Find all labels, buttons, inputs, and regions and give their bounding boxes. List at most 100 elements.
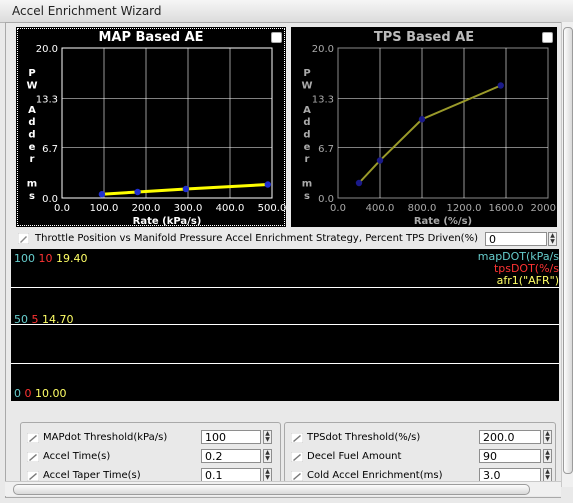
tpsdot-param-input[interactable]: 90	[479, 449, 541, 463]
legend-afr: afr1("AFR")	[496, 274, 559, 287]
scale-mid-tps: 5	[31, 313, 39, 326]
mapdot-param-input[interactable]: 0.1	[201, 468, 261, 482]
y-axis-label-char: r	[30, 154, 35, 165]
scale-mid: 50 5 14.70	[14, 313, 74, 326]
pencil-icon	[27, 452, 39, 462]
x-tick-label: 500.0	[258, 203, 286, 214]
strategy-spinner[interactable]: ▲ ▼	[548, 232, 557, 246]
mapdot-param-row: Accel Time(s) 0.2 ▲ ▼	[21, 448, 280, 466]
window-title: Accel Enrichment Wizard	[12, 4, 162, 18]
y-axis-label-char: W	[26, 80, 37, 91]
y-axis-label-char: m	[302, 179, 312, 190]
y-axis-label-char: W	[301, 80, 312, 91]
mapdot-param-label: MAPdot Threshold(kPa/s)	[43, 432, 168, 443]
scale-mid-map: 50	[14, 313, 28, 326]
data-point[interactable]	[497, 82, 504, 89]
plot-area	[337, 47, 549, 199]
y-axis-label-char: d	[303, 117, 310, 128]
data-point[interactable]	[98, 191, 106, 198]
strategy-input[interactable]: 0	[485, 232, 547, 246]
strategy-row: Throttle Position vs Manifold Pressure A…	[14, 231, 559, 247]
data-point[interactable]	[418, 116, 426, 123]
mapdot-param-spinner[interactable]: ▲ ▼	[263, 449, 272, 463]
y-axis-label-char: m	[27, 179, 37, 190]
tpsdot-param-spinner[interactable]: ▲ ▼	[543, 468, 552, 482]
x-tick-label: 0.0	[54, 203, 70, 214]
x-tick-label: 800.0	[408, 203, 437, 214]
scale-top-tps: 10	[38, 252, 53, 265]
grid-line	[11, 363, 559, 364]
grid-line	[11, 324, 559, 325]
scroll-corner	[561, 487, 573, 501]
scale-bottom-afr: 10.00	[35, 387, 67, 400]
map-chart-svg: 20.013.36.70.00.0 100.0 200.0 300.0 400.0 500…	[26, 44, 286, 227]
strategy-label: Throttle Position vs Manifold Pressure A…	[35, 233, 478, 244]
y-tick-label: 13.3	[36, 94, 58, 105]
y-axis-label-char: e	[304, 142, 311, 153]
data-point[interactable]	[182, 185, 190, 193]
pencil-icon	[291, 433, 303, 443]
mapdot-param-spinner[interactable]: ▲ ▼	[263, 468, 272, 482]
y-axis-label-char: P	[303, 68, 310, 79]
tpsdot-param-label: Cold Accel Enrichment(ms)	[307, 470, 443, 481]
y-tick-label: 20.0	[36, 44, 58, 55]
y-axis-label-char: A	[303, 105, 311, 116]
data-point[interactable]	[355, 179, 363, 187]
tpsdot-params-panel: TPSdot Threshold(%/s) 200.0 ▲ ▼ Decel Fuel A…	[284, 422, 556, 483]
scale-bottom-tps: 0	[24, 387, 32, 400]
plot-area	[61, 47, 273, 199]
vertical-scroll-thumb[interactable]	[563, 27, 573, 474]
data-point[interactable]	[264, 181, 271, 188]
mapdot-param-input[interactable]: 100	[201, 430, 261, 444]
tps-chart-panel[interactable]: TPS Based AE 20.0 13.3 6.7 0.0 0.0 400.0 800.0…	[291, 27, 557, 227]
y-axis-label-char: d	[303, 130, 310, 141]
pencil-icon	[27, 471, 39, 481]
x-tick-label: 2000.0	[531, 203, 558, 214]
tpsdot-param-label: TPSdot Threshold(%/s)	[307, 432, 421, 443]
scale-top: 100 10 19.40	[14, 252, 88, 265]
tpsdot-param-spinner[interactable]: ▲ ▼	[543, 449, 552, 463]
tpsdot-param-input[interactable]: 3.0	[479, 468, 541, 482]
scale-top-afr: 19.40	[56, 252, 88, 265]
scale-bottom: 0 0 10.00	[14, 387, 67, 400]
pencil-icon	[27, 433, 39, 443]
y-tick-label: 20.0	[312, 44, 334, 55]
data-point[interactable]	[134, 188, 141, 196]
tpsdot-param-label: Decel Fuel Amount	[307, 451, 402, 462]
scale-bottom-map: 0	[14, 387, 21, 400]
scale-top-map: 100	[14, 252, 35, 265]
y-axis-label-char: A	[28, 105, 36, 116]
x-tick-label: 1200.0	[447, 203, 482, 214]
scale-mid-afr: 14.70	[42, 313, 74, 326]
grid-line	[11, 287, 559, 288]
data-point[interactable]	[376, 157, 384, 164]
graph-legend: mapDOT(kPa/s tpsDOT(%/s afr1("AFR")	[478, 251, 559, 287]
tpsdot-param-spinner[interactable]: ▲ ▼	[543, 430, 552, 444]
y-tick-label: 6.7	[318, 144, 334, 155]
mapdot-param-label: Accel Taper Time(s)	[43, 470, 141, 481]
mapdot-param-row: MAPdot Threshold(kPa/s) 100 ▲ ▼	[21, 429, 280, 447]
x-axis-label: Rate (%/s)	[414, 216, 472, 227]
y-axis-label-char: s	[304, 191, 310, 202]
live-data-graph: 100 10 19.40 50 5 14.70 0 0 10.00 mapDOT…	[11, 249, 559, 401]
pencil-icon	[18, 233, 29, 244]
vertical-scrollbar[interactable]	[561, 22, 573, 487]
window-title-bar: Accel Enrichment Wizard	[0, 0, 573, 23]
y-axis-label-char: e	[29, 142, 36, 153]
tpsdot-param-row: Decel Fuel Amount 90 ▲ ▼	[285, 448, 555, 466]
horizontal-scroll-thumb[interactable]	[13, 484, 530, 495]
mapdot-param-input[interactable]: 0.2	[201, 449, 261, 463]
x-axis-label: Rate (kPa/s)	[133, 216, 202, 227]
pencil-icon	[291, 452, 303, 462]
tpsdot-param-input[interactable]: 200.0	[479, 430, 541, 444]
x-tick-label: 100.0	[90, 203, 119, 214]
y-axis-label-char: d	[28, 117, 35, 128]
y-axis-label-char: r	[305, 154, 310, 165]
x-tick-label: 400.0	[366, 203, 395, 214]
y-tick-label: 13.3	[312, 94, 334, 105]
mapdot-param-spinner[interactable]: ▲ ▼	[263, 430, 272, 444]
y-axis-label-char: s	[29, 191, 35, 202]
y-axis-label-char: d	[28, 130, 35, 141]
map-chart-panel[interactable]: MAP Based AE 20.0 13.3 6.7 0.0 0.0 100.0 200.0…	[16, 27, 286, 227]
horizontal-scrollbar[interactable]	[5, 481, 561, 496]
